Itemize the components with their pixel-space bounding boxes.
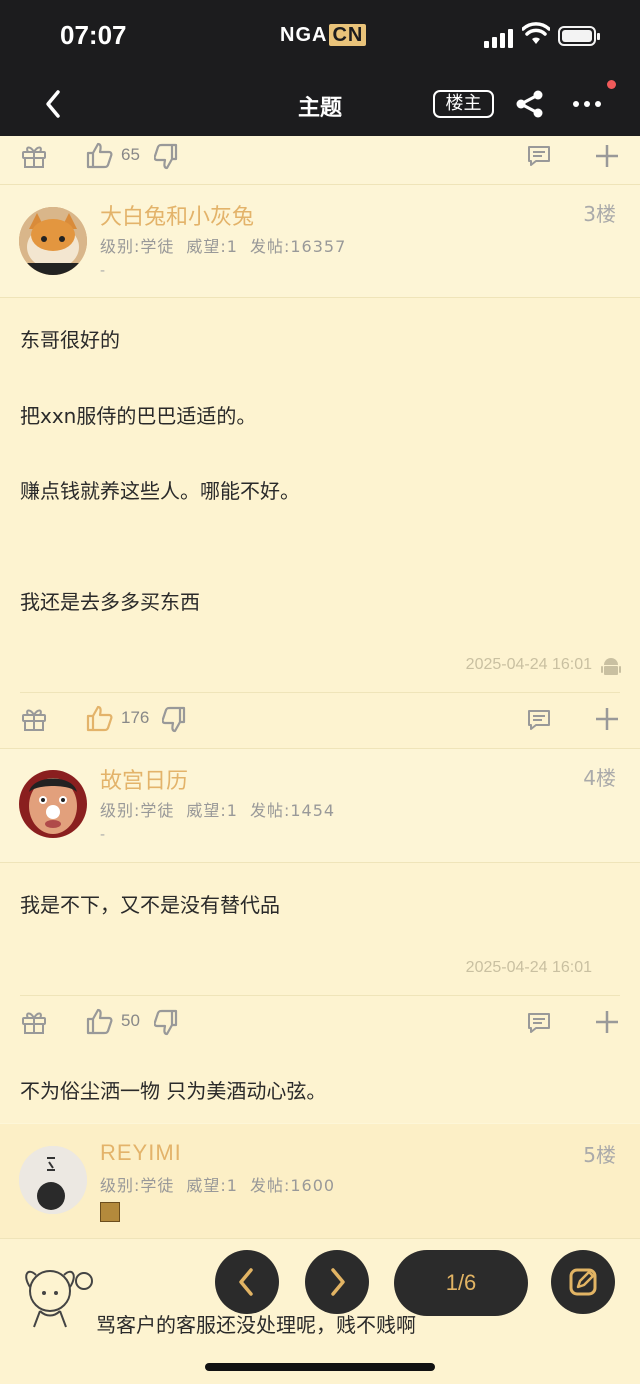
like-count: 176 <box>121 708 150 727</box>
like-count: 65 <box>121 145 140 164</box>
user-post-count: 发帖:1454 <box>249 801 336 820</box>
user-badge <box>100 1202 120 1222</box>
username[interactable]: REYIMI <box>100 1140 182 1166</box>
chevron-right-icon <box>331 1268 345 1296</box>
post-header-4: 故宫日历 级别:学徒 威望:1 发帖:1454 - 4楼 <box>0 749 640 862</box>
floor-number: 4楼 <box>583 766 616 790</box>
dislike-icon[interactable] <box>162 706 188 734</box>
username[interactable]: 大白兔和小灰兔 <box>100 199 254 231</box>
post-text-line: 东哥很好的 <box>20 328 120 352</box>
chibi-sticker-icon <box>25 1270 93 1328</box>
user-signature-dash: - <box>100 263 106 279</box>
share-icon[interactable] <box>515 90 545 118</box>
like-icon[interactable] <box>85 1007 113 1035</box>
dislike-icon[interactable] <box>154 143 180 171</box>
like-icon-active[interactable] <box>85 704 113 732</box>
post-time: 2025-04-24 16:01 <box>465 656 592 673</box>
post-body-3: 东哥很好的 把xxn服侍的巴巴适适的。 赚点钱就养这些人。哪能不好。 我还是去多… <box>0 298 640 748</box>
page-indicator-button[interactable]: 1/6 <box>394 1250 528 1316</box>
ink-avatar-image <box>19 1146 87 1214</box>
floor-number: 5楼 <box>583 1143 616 1167</box>
gift-icon[interactable] <box>21 706 47 732</box>
user-level: 级别:学徒 <box>100 801 175 820</box>
post-text-line: 我是不下，又不是没有替代品 <box>20 893 280 917</box>
like-count: 50 <box>121 1011 140 1030</box>
post-text-line: 我还是去多多买东西 <box>20 590 200 614</box>
floor-number: 3楼 <box>583 202 616 226</box>
post-time: 2025-04-24 16:01 <box>465 959 592 976</box>
home-indicator[interactable] <box>205 1363 435 1371</box>
post-signature: 不为俗尘洒一物 只为美酒动心弦。 <box>20 1079 327 1103</box>
user-level: 级别:学徒 <box>100 1176 175 1195</box>
android-icon <box>601 658 621 675</box>
user-signature-dash: - <box>100 827 106 843</box>
only-op-button[interactable]: 楼主 <box>433 90 494 118</box>
prev-page-button[interactable] <box>215 1250 279 1314</box>
post-body-4: 我是不下，又不是没有替代品 2025-04-24 16:01 不为俗尘洒一物 只… <box>0 863 640 1123</box>
post-text-line: 赚点钱就养这些人。哪能不好。 <box>20 479 300 503</box>
user-rep: 威望:1 <box>186 237 238 256</box>
avatar[interactable] <box>19 1146 87 1214</box>
nav-bar: 主题 楼主 <box>0 72 640 136</box>
avatar[interactable] <box>19 207 87 275</box>
user-meta: 级别:学徒 威望:1 发帖:1454 <box>100 797 347 821</box>
user-rep: 威望:1 <box>186 1176 238 1195</box>
notification-badge <box>607 80 616 89</box>
username[interactable]: 故宫日历 <box>100 763 188 795</box>
cat-avatar-image <box>19 207 87 275</box>
comment-icon[interactable] <box>527 708 551 732</box>
action-bar-4: 50 <box>0 996 640 1048</box>
like-icon[interactable] <box>85 141 113 169</box>
user-level: 级别:学徒 <box>100 237 175 256</box>
chevron-left-icon <box>239 1268 253 1296</box>
edit-icon <box>569 1268 597 1296</box>
add-icon[interactable] <box>594 706 620 732</box>
comment-icon[interactable] <box>527 144 551 168</box>
add-icon[interactable] <box>594 1009 620 1035</box>
brand-cn: CN <box>329 24 367 46</box>
add-icon[interactable] <box>594 143 620 169</box>
next-page-button[interactable] <box>305 1250 369 1314</box>
gift-icon[interactable] <box>21 143 47 169</box>
user-meta: 级别:学徒 威望:1 发帖:16357 <box>100 233 358 257</box>
app-logo: NGA CN <box>280 24 367 47</box>
face-avatar-image <box>19 770 87 838</box>
top-bar: 07:07 NGA CN 主题 楼主 <box>0 0 640 136</box>
user-meta: 级别:学徒 威望:1 发帖:1600 <box>100 1172 347 1196</box>
status-time: 07:07 <box>60 20 127 50</box>
user-post-count: 发帖:1600 <box>249 1176 336 1195</box>
comment-icon[interactable] <box>527 1011 551 1035</box>
action-bar-top: 65 <box>0 136 640 184</box>
status-bar: 07:07 NGA CN <box>0 0 640 72</box>
battery-icon <box>558 26 600 46</box>
user-rep: 威望:1 <box>186 801 238 820</box>
dislike-icon[interactable] <box>154 1009 180 1037</box>
gift-icon[interactable] <box>21 1009 47 1035</box>
compose-button[interactable] <box>551 1250 615 1314</box>
brand-text: NGA <box>280 24 328 46</box>
user-post-count: 发帖:16357 <box>249 237 347 256</box>
post-header-5: REYIMI 级别:学徒 威望:1 发帖:1600 5楼 <box>0 1124 640 1238</box>
more-icon[interactable] <box>572 94 602 114</box>
action-bar-3: 176 <box>0 694 640 746</box>
signal-icon <box>484 28 516 48</box>
avatar[interactable] <box>19 770 87 838</box>
wifi-icon <box>522 22 550 44</box>
post-header-3: 大白兔和小灰兔 级别:学徒 威望:1 发帖:16357 - 3楼 <box>0 185 640 297</box>
post-text-line: 把xxn服侍的巴巴适适的。 <box>20 404 257 428</box>
